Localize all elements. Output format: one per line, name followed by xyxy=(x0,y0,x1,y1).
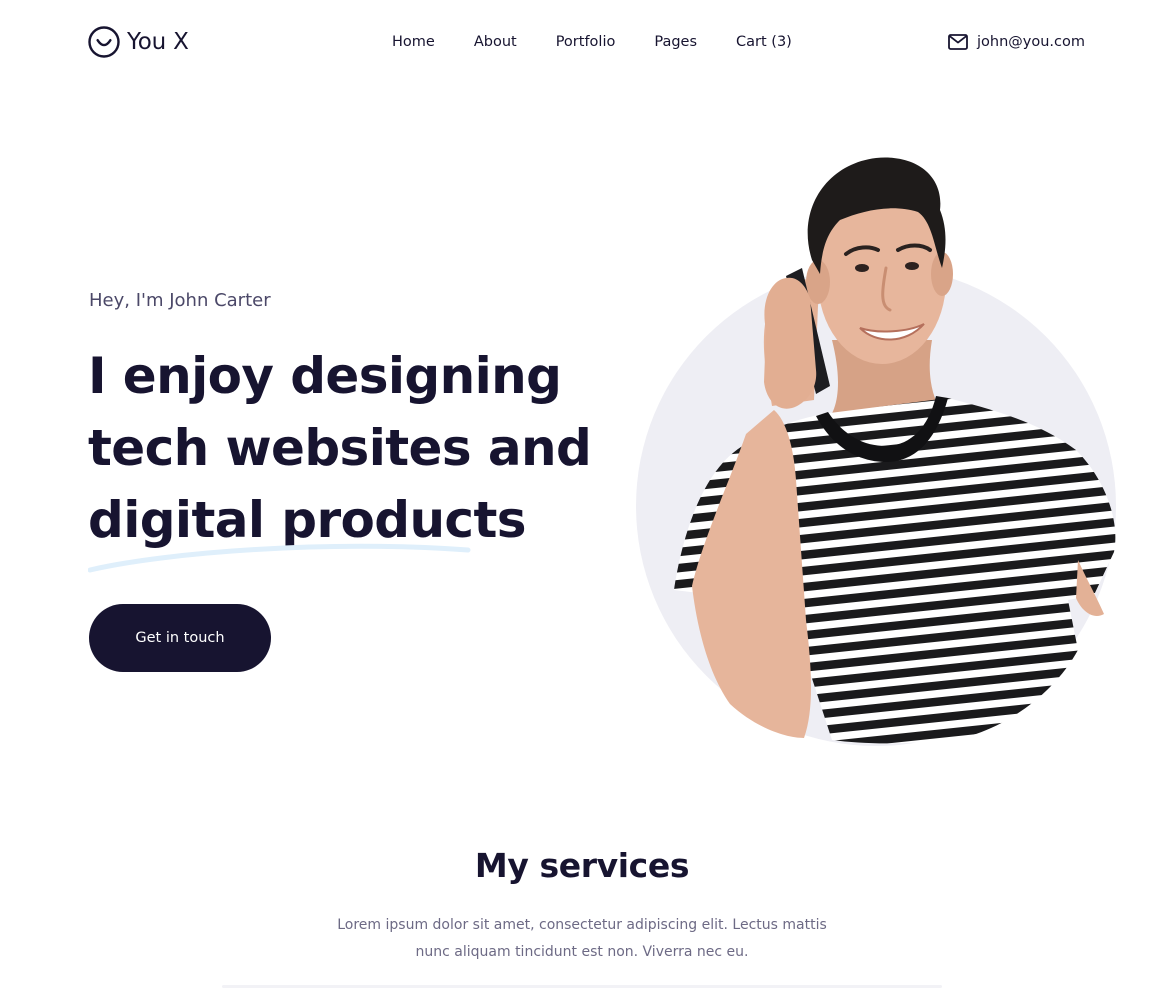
nav-item-about[interactable]: About xyxy=(474,32,517,52)
hero-headline-line-2: tech websites and xyxy=(88,419,592,477)
hero-portrait xyxy=(636,150,1116,750)
email-link[interactable]: john@you.com xyxy=(948,32,1085,52)
hand xyxy=(764,277,817,409)
services-card-edge xyxy=(222,985,942,988)
nav-item-cart[interactable]: Cart (3) xyxy=(736,32,792,52)
get-in-touch-button[interactable]: Get in touch xyxy=(89,604,271,672)
hero-greeting: Hey, I'm John Carter xyxy=(89,290,271,311)
nav-item-pages[interactable]: Pages xyxy=(654,32,697,52)
hero-headline-line-1: I enjoy designing xyxy=(88,347,562,405)
site-header: You X Home About Portfolio Pages Cart (3… xyxy=(0,0,1164,84)
logo-link[interactable]: You X xyxy=(88,26,189,58)
headline-underline-decoration xyxy=(88,543,471,573)
brand-name: You X xyxy=(127,29,189,55)
nav-item-portfolio[interactable]: Portfolio xyxy=(556,32,616,52)
email-address: john@you.com xyxy=(977,34,1085,50)
portrait-illustration xyxy=(636,157,1116,746)
nav-item-home[interactable]: Home xyxy=(392,32,435,52)
main-nav: Home About Portfolio Pages Cart (3) xyxy=(392,32,792,52)
mail-icon xyxy=(948,34,968,50)
smile-circle-icon xyxy=(88,26,120,58)
services-heading: My services xyxy=(474,846,690,885)
services-description: Lorem ipsum dolor sit amet, consectetur … xyxy=(337,917,827,960)
hero-headline: I enjoy designing tech websites and digi… xyxy=(88,340,608,556)
